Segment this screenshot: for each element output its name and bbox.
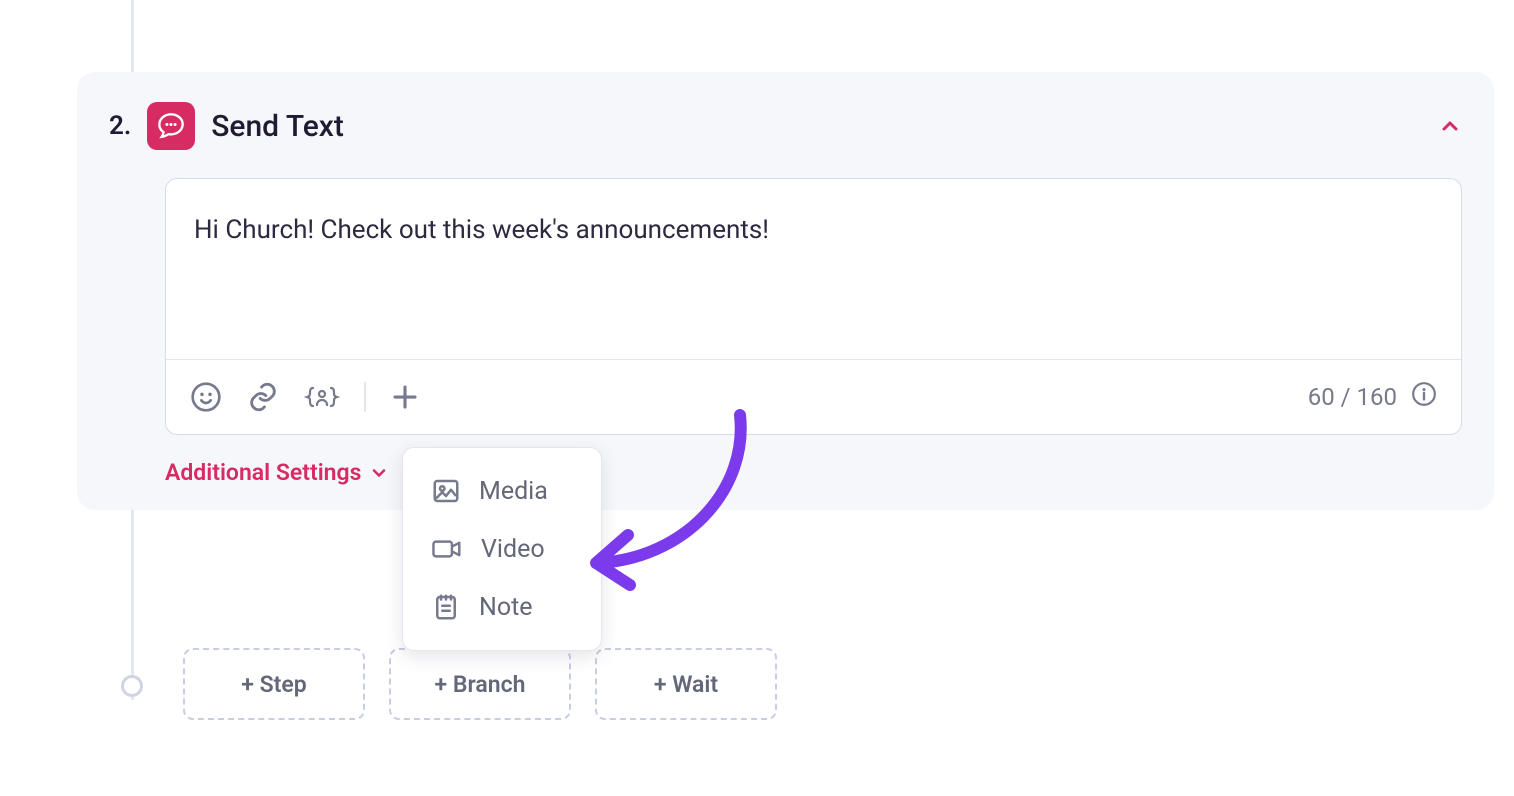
add-branch-button[interactable]: + Branch bbox=[389, 648, 571, 720]
note-icon bbox=[431, 592, 461, 622]
char-count-value: 60 / 160 bbox=[1308, 383, 1397, 411]
message-textarea[interactable]: Hi Church! Check out this week's announc… bbox=[166, 179, 1461, 359]
message-editor: Hi Church! Check out this week's announc… bbox=[165, 178, 1462, 435]
card-header[interactable]: 2. Send Text bbox=[109, 102, 1462, 150]
emoji-button[interactable] bbox=[190, 381, 222, 413]
additional-settings-label: Additional Settings bbox=[165, 459, 361, 486]
add-menu-note[interactable]: Note bbox=[403, 578, 601, 636]
add-menu-media[interactable]: Media bbox=[403, 462, 601, 520]
sms-icon bbox=[147, 102, 195, 150]
add-menu-video-label: Video bbox=[481, 535, 545, 564]
image-icon bbox=[431, 476, 461, 506]
add-wait-button[interactable]: + Wait bbox=[595, 648, 777, 720]
add-menu-popover: Media Video Note bbox=[402, 447, 602, 651]
add-step-button[interactable]: + Step bbox=[183, 648, 365, 720]
chevron-down-icon bbox=[369, 463, 389, 483]
editor-toolbar: 60 / 160 bbox=[166, 359, 1461, 434]
collapse-toggle[interactable] bbox=[1438, 114, 1462, 138]
workflow-step-card: 2. Send Text Hi Church! Check out this w… bbox=[77, 72, 1494, 510]
char-counter: 60 / 160 bbox=[1308, 381, 1437, 413]
toolbar-divider bbox=[364, 382, 366, 412]
add-menu-media-label: Media bbox=[479, 477, 548, 506]
info-icon[interactable] bbox=[1411, 381, 1437, 413]
timeline-node bbox=[121, 675, 143, 697]
add-menu-note-label: Note bbox=[479, 593, 533, 622]
add-button[interactable] bbox=[390, 382, 420, 412]
video-icon bbox=[431, 534, 463, 564]
additional-settings-toggle[interactable]: Additional Settings bbox=[165, 459, 389, 486]
merge-tag-button[interactable] bbox=[304, 381, 340, 413]
step-title: Send Text bbox=[211, 109, 1422, 144]
step-number: 2. bbox=[109, 111, 131, 141]
workflow-actions-row: + Step + Branch + Wait bbox=[183, 648, 777, 720]
add-menu-video[interactable]: Video bbox=[403, 520, 601, 578]
link-button[interactable] bbox=[246, 380, 280, 414]
